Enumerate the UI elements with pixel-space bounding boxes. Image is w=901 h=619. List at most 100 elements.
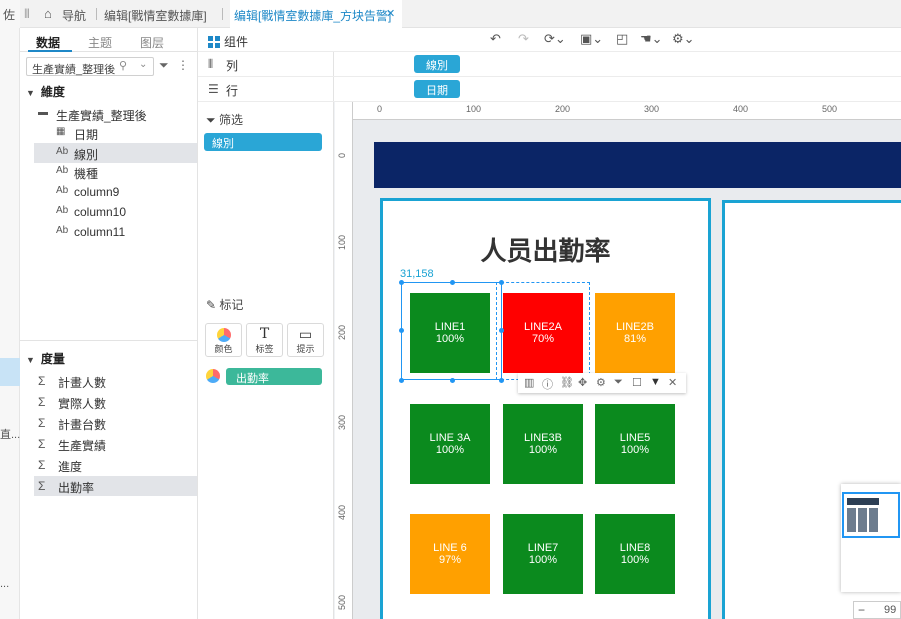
zoom-value[interactable]: 99 (884, 604, 896, 616)
measure-header[interactable]: ▼ 度量 (26, 350, 65, 367)
close-tab-icon[interactable]: ✕ (386, 7, 395, 20)
tile-text: LINE 3A 100% (410, 432, 490, 456)
tile-line5[interactable]: LINE5 100% (595, 404, 675, 484)
measure-item[interactable]: Σ 實際人數 (34, 392, 197, 412)
dimension-item-column11[interactable]: Ab column11 (34, 222, 197, 242)
search-icon[interactable]: ⚲ (119, 59, 127, 72)
dimension-item-model[interactable]: Ab 機種 (34, 162, 197, 182)
refresh-icon[interactable]: ⟳⌄ (544, 31, 566, 47)
sum-icon: Σ (38, 437, 46, 451)
mark-label-button[interactable]: T 标签 (246, 323, 283, 357)
resize-handle[interactable] (399, 328, 404, 333)
dataset-select[interactable]: 生產實績_整理後 ⚲ ⌄ (26, 57, 154, 76)
chart-type-icon[interactable]: ▥ (524, 376, 534, 389)
tile-line7[interactable]: LINE7 100% (503, 514, 583, 594)
mark-label-label: 标签 (255, 344, 274, 354)
hand-icon[interactable]: ☚⌄ (640, 31, 663, 47)
panel-divider[interactable] (20, 340, 198, 341)
row-shelf-label: 行 (226, 84, 239, 98)
field-panel: ⫴ 列 ☰ 行 ⏷ 筛选 線別 ✎ 标记 颜色 T 标签 ▭ 提示 出勤率 (198, 28, 334, 619)
close-icon[interactable]: ✕ (668, 376, 677, 389)
resize-handle[interactable] (499, 280, 504, 285)
column-shelf[interactable]: ⫴ 列 (198, 52, 334, 77)
link-icon[interactable]: ⛓ (560, 376, 574, 389)
tab-underline (28, 50, 72, 52)
pin-icon: ✎ (206, 298, 217, 312)
resize-handle[interactable] (450, 378, 455, 383)
save-icon[interactable]: ▣⌄ (580, 31, 603, 47)
mark-color-button[interactable]: 颜色 (205, 323, 242, 357)
tab-layers[interactable]: 图层 (140, 34, 164, 51)
undo-icon[interactable]: ↶ (490, 31, 501, 47)
dimension-folder[interactable]: ▬ 生產實績_整理後 (36, 104, 199, 124)
tile-line-label: LINE 6 (433, 542, 467, 554)
selection-box[interactable] (401, 282, 502, 380)
drag-handle-icon[interactable]: ||| (24, 8, 30, 19)
resize-handle[interactable] (399, 378, 404, 383)
move-icon[interactable]: ✥ (578, 376, 587, 389)
tile-line-label: LINE 3A (429, 432, 471, 444)
tab-data[interactable]: 数据 (36, 34, 60, 51)
chevron-down-icon[interactable]: ⌄ (139, 59, 147, 70)
component-label: 组件 (224, 35, 249, 49)
component-menu[interactable]: 组件 (208, 33, 248, 50)
mark-pill-attendance[interactable]: 出勤率 (226, 368, 322, 385)
tile-rate-label: 97% (438, 554, 462, 566)
tile-line6[interactable]: LINE 6 97% (410, 514, 490, 594)
measure-item[interactable]: Σ 計畫台數 (34, 413, 197, 433)
data-panel: 数据 主题 图层 生產實績_整理後 ⚲ ⌄ ⏷ ⋮ ▼ 維度 ▬ 生產實績_整理後… (20, 28, 198, 619)
home-icon[interactable]: ⌂ (44, 6, 52, 21)
resize-handle[interactable] (499, 378, 504, 383)
filter-icon[interactable]: ⏷ (159, 58, 169, 73)
maximize-icon[interactable]: ☐ (632, 376, 642, 389)
tile-line3b[interactable]: LINE3B 100% (503, 404, 583, 484)
attendance-chart-card[interactable]: 人员出勤率 LINE1 100% LINE2A 70% LINE2B 81% LINE 3A… (380, 198, 711, 619)
measure-item[interactable]: Σ 計畫人數 (34, 371, 197, 391)
dropdown-icon[interactable]: ▼ (650, 376, 661, 388)
navigator-thumbnail[interactable] (841, 484, 901, 592)
measure-item-attendance[interactable]: Σ 出勤率 (34, 476, 197, 496)
tab-nav[interactable]: 导航 (62, 7, 86, 24)
info-icon[interactable]: ⓘ (542, 376, 553, 392)
far-left-highlight[interactable] (0, 358, 20, 386)
dimension-item-line[interactable]: Ab 線別 (34, 143, 197, 163)
tile-line3a[interactable]: LINE 3A 100% (410, 404, 490, 484)
row-shelf[interactable]: ☰ 行 (198, 77, 334, 102)
tab-edit-block-alert[interactable]: 编辑[戰情室數據庫_方块告警] ✕ (230, 0, 402, 28)
design-canvas[interactable]: 0 100 200 300 400 500 0 100 200 300 400 … (335, 102, 901, 619)
dimension-item-date[interactable]: ▦ 日期 (34, 123, 197, 143)
tile-rate-label: 100% (528, 444, 558, 456)
tile-text: LINE 6 97% (410, 542, 490, 566)
tab-edit-database[interactable]: 编辑[戰情室數據庫] (104, 7, 207, 24)
resize-handle[interactable] (499, 328, 504, 333)
color-mark-icon (206, 369, 220, 383)
ruler-tick: 300 (644, 104, 660, 114)
resize-handle[interactable] (450, 280, 455, 285)
measure-item[interactable]: Σ 進度 (34, 455, 197, 475)
tile-text: LINE3B 100% (503, 432, 583, 456)
resize-handle[interactable] (399, 280, 404, 285)
text-field-icon: Ab (56, 165, 69, 176)
tab-theme[interactable]: 主题 (88, 34, 112, 51)
tile-line2b[interactable]: LINE2B 81% (595, 293, 675, 373)
row-pill-date[interactable]: 日期 (414, 80, 460, 98)
coordinate-readout: 31,158 (400, 268, 434, 280)
more-icon[interactable]: ⋮ (177, 58, 189, 72)
collapse-icon: ▼ (26, 88, 35, 98)
settings-icon[interactable]: ⚙ (596, 376, 606, 389)
redo-icon[interactable]: ↷ (518, 31, 529, 47)
filter-icon[interactable]: ⏷ (614, 376, 623, 389)
mark-tooltip-button[interactable]: ▭ 提示 (287, 323, 324, 357)
zoom-control[interactable]: − 99 (853, 601, 901, 619)
dimension-item-column10[interactable]: Ab column10 (34, 202, 197, 222)
filter-pill-line[interactable]: 線別 (204, 133, 322, 151)
zoom-out-button[interactable]: − (858, 603, 865, 617)
dimension-header[interactable]: ▼ 維度 (26, 83, 65, 100)
preview-icon[interactable]: ◰ (616, 31, 628, 47)
measure-item[interactable]: Σ 生產實績 (34, 434, 197, 454)
settings-icon[interactable]: ⚙⌄ (672, 31, 695, 47)
tile-line8[interactable]: LINE8 100% (595, 514, 675, 594)
column-pill-line[interactable]: 線別 (414, 55, 460, 73)
tab-separator (96, 8, 97, 20)
dimension-item-column9[interactable]: Ab column9 (34, 182, 197, 202)
